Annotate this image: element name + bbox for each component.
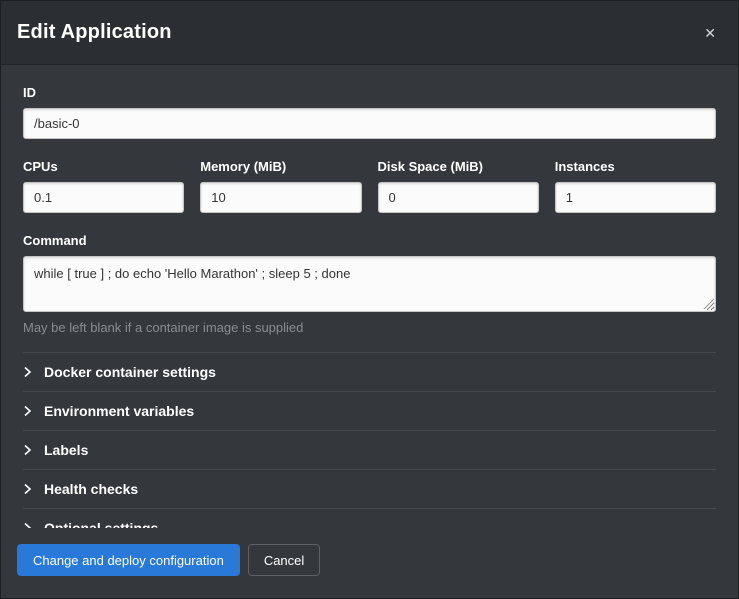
cpus-label: CPUs [23,159,184,174]
disk-input[interactable] [378,182,539,213]
modal-body: ID CPUs Memory (MiB) Disk Space (MiB) In… [1,65,738,528]
change-and-deploy-button[interactable]: Change and deploy configuration [17,544,240,576]
command-input[interactable]: while [ true ] ; do echo 'Hello Marathon… [23,256,716,312]
instances-label: Instances [555,159,716,174]
collapsible-sections: Docker container settings Environment va… [23,352,716,528]
edit-application-modal: Edit Application ✕ ID CPUs Memory (MiB) … [0,0,739,599]
cancel-button[interactable]: Cancel [248,544,320,576]
section-label: Labels [44,442,88,458]
section-optional-settings[interactable]: Optional settings [23,509,716,528]
close-icon: ✕ [704,25,716,41]
section-labels[interactable]: Labels [23,431,716,470]
section-label: Environment variables [44,403,194,419]
id-input[interactable] [23,108,716,139]
section-label: Docker container settings [44,364,216,380]
command-field-group: Command while [ true ] ; do echo 'Hello … [23,233,716,335]
command-label: Command [23,233,716,248]
cpus-field-group: CPUs [23,159,184,213]
instances-input[interactable] [555,182,716,213]
cpus-input[interactable] [23,182,184,213]
id-field-group: ID [23,85,716,139]
memory-field-group: Memory (MiB) [200,159,361,213]
section-label: Optional settings [44,520,158,528]
resources-row: CPUs Memory (MiB) Disk Space (MiB) Insta… [23,159,716,213]
disk-field-group: Disk Space (MiB) [378,159,539,213]
disk-label: Disk Space (MiB) [378,159,539,174]
chevron-right-icon [23,366,32,378]
chevron-right-icon [23,405,32,417]
modal-header: Edit Application ✕ [1,1,738,65]
command-textarea-wrap: while [ true ] ; do echo 'Hello Marathon… [23,256,716,312]
chevron-right-icon [23,483,32,495]
modal-footer: Change and deploy configuration Cancel [1,528,738,598]
section-label: Health checks [44,481,138,497]
chevron-right-icon [23,444,32,456]
section-environment-variables[interactable]: Environment variables [23,392,716,431]
instances-field-group: Instances [555,159,716,213]
memory-label: Memory (MiB) [200,159,361,174]
command-help-text: May be left blank if a container image i… [23,320,716,335]
section-docker-container-settings[interactable]: Docker container settings [23,353,716,392]
id-label: ID [23,85,716,100]
modal-title: Edit Application [17,21,172,44]
section-health-checks[interactable]: Health checks [23,470,716,509]
memory-input[interactable] [200,182,361,213]
close-button[interactable]: ✕ [698,20,722,46]
